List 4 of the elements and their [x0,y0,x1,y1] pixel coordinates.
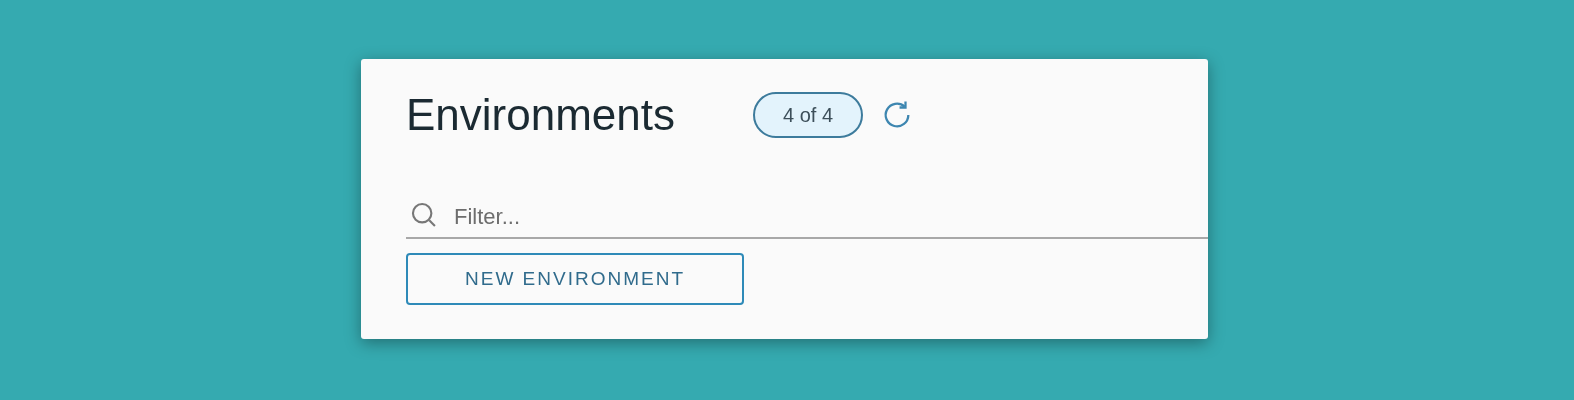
count-badge: 4 of 4 [753,92,864,138]
filter-field[interactable]: Filter... [454,199,1208,233]
new-environment-button[interactable]: NEW ENVIRONMENT [406,253,744,305]
page-title: Environments [406,93,675,137]
